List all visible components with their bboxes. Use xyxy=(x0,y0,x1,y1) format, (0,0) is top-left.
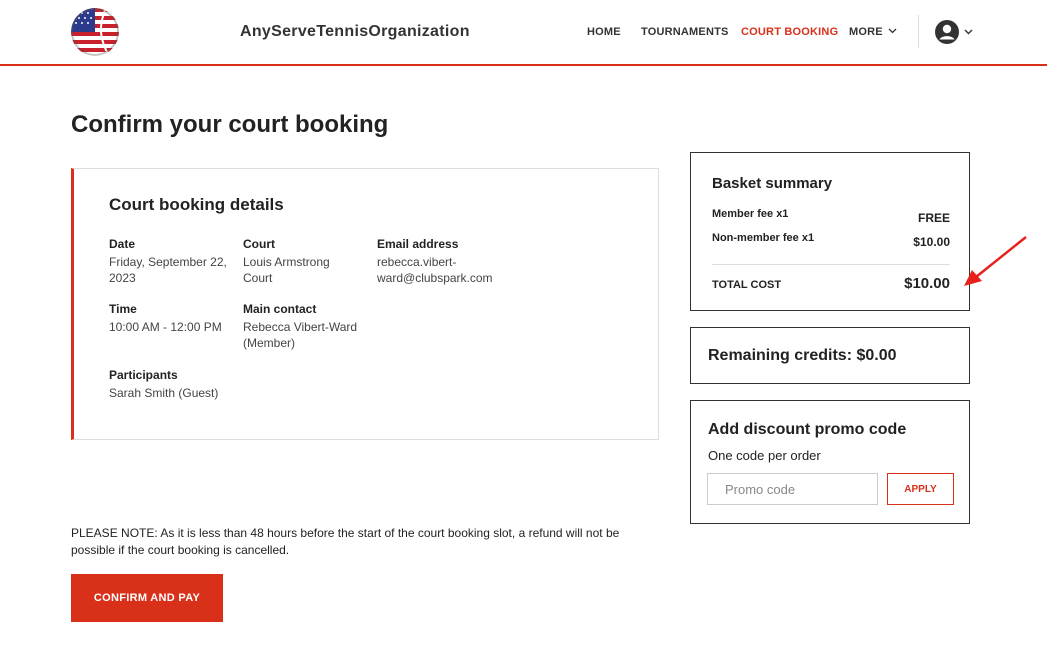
basket-divider xyxy=(712,264,950,265)
member-fee-label: Member fee x1 xyxy=(712,208,789,220)
chevron-down-icon xyxy=(964,29,973,35)
remaining-credits-text: Remaining credits: $0.00 xyxy=(708,347,897,364)
nav-more-label: MORE xyxy=(849,26,883,38)
org-logo[interactable] xyxy=(71,8,119,56)
main-contact-field: Main contact Rebecca Vibert-Ward (Member… xyxy=(243,301,368,351)
remaining-credits-box: Remaining credits: $0.00 xyxy=(690,327,970,384)
nav-tournaments[interactable]: TOURNAMENTS xyxy=(641,26,729,38)
email-label: Email address xyxy=(377,237,459,251)
refund-note: PLEASE NOTE: As it is less than 48 hours… xyxy=(71,526,620,557)
time-field: Time 10:00 AM - 12:00 PM xyxy=(109,301,234,335)
nav-court-booking[interactable]: COURT BOOKING xyxy=(741,26,838,38)
main-contact-value: Rebecca Vibert-Ward (Member) xyxy=(243,320,358,350)
basket-row-member-fee: Member fee x1 FREE xyxy=(712,208,950,225)
total-cost-value: $10.00 xyxy=(904,275,950,292)
promo-code-box: Add discount promo code One code per ord… xyxy=(690,400,970,524)
user-circle-icon xyxy=(935,20,959,44)
annotation-arrow-icon xyxy=(964,236,1027,286)
total-cost-label: TOTAL COST xyxy=(712,279,782,291)
page-title: Confirm your court booking xyxy=(71,111,389,138)
nav-more[interactable]: MORE xyxy=(849,26,897,38)
participants-field: Participants Sarah Smith (Guest) xyxy=(109,367,269,401)
promo-subtitle: One code per order xyxy=(708,448,821,463)
site-header: AnyServeTennisOrganization HOME TOURNAME… xyxy=(0,0,1047,66)
chevron-down-icon xyxy=(888,28,897,34)
participants-value: Sarah Smith (Guest) xyxy=(109,386,219,400)
confirm-and-pay-button[interactable]: CONFIRM AND PAY xyxy=(71,574,223,622)
promo-code-input[interactable] xyxy=(707,473,878,505)
apply-promo-button[interactable]: APPLY xyxy=(887,473,954,505)
non-member-fee-label: Non-member fee x1 xyxy=(712,232,815,244)
date-label: Date xyxy=(109,237,136,251)
nav-divider xyxy=(918,15,919,48)
tennis-ball-flag-logo-icon xyxy=(71,8,119,56)
non-member-fee-amount: $10.00 xyxy=(913,235,950,249)
booking-details-card: Court booking details Date Friday, Septe… xyxy=(71,168,659,440)
date-field: Date Friday, September 22, 2023 xyxy=(109,236,227,286)
member-fee-amount: FREE xyxy=(917,211,950,225)
participants-label: Participants xyxy=(109,368,178,382)
details-title: Court booking details xyxy=(109,195,284,214)
basket-summary-box: Basket summary Member fee x1 FREE Non-me… xyxy=(690,152,970,311)
main-contact-label: Main contact xyxy=(243,302,317,316)
court-value: Louis Armstrong Court xyxy=(243,255,330,285)
org-name[interactable]: AnyServeTennisOrganization xyxy=(240,23,470,41)
date-value: Friday, September 22, 2023 xyxy=(109,255,227,285)
court-label: Court xyxy=(243,237,275,251)
nav-home[interactable]: HOME xyxy=(587,26,621,38)
promo-title: Add discount promo code xyxy=(708,421,907,438)
basket-title: Basket summary xyxy=(712,175,833,192)
court-field: Court Louis Armstrong Court xyxy=(243,236,361,286)
email-field: Email address rebecca.vibert-ward@clubsp… xyxy=(377,236,502,286)
basket-row-non-member-fee: Non-member fee x1 $10.00 xyxy=(712,232,950,249)
user-account-menu[interactable] xyxy=(934,19,976,45)
email-value: rebecca.vibert-ward@clubspark.com xyxy=(377,255,493,285)
time-label: Time xyxy=(109,302,137,316)
time-value: 10:00 AM - 12:00 PM xyxy=(109,320,222,334)
